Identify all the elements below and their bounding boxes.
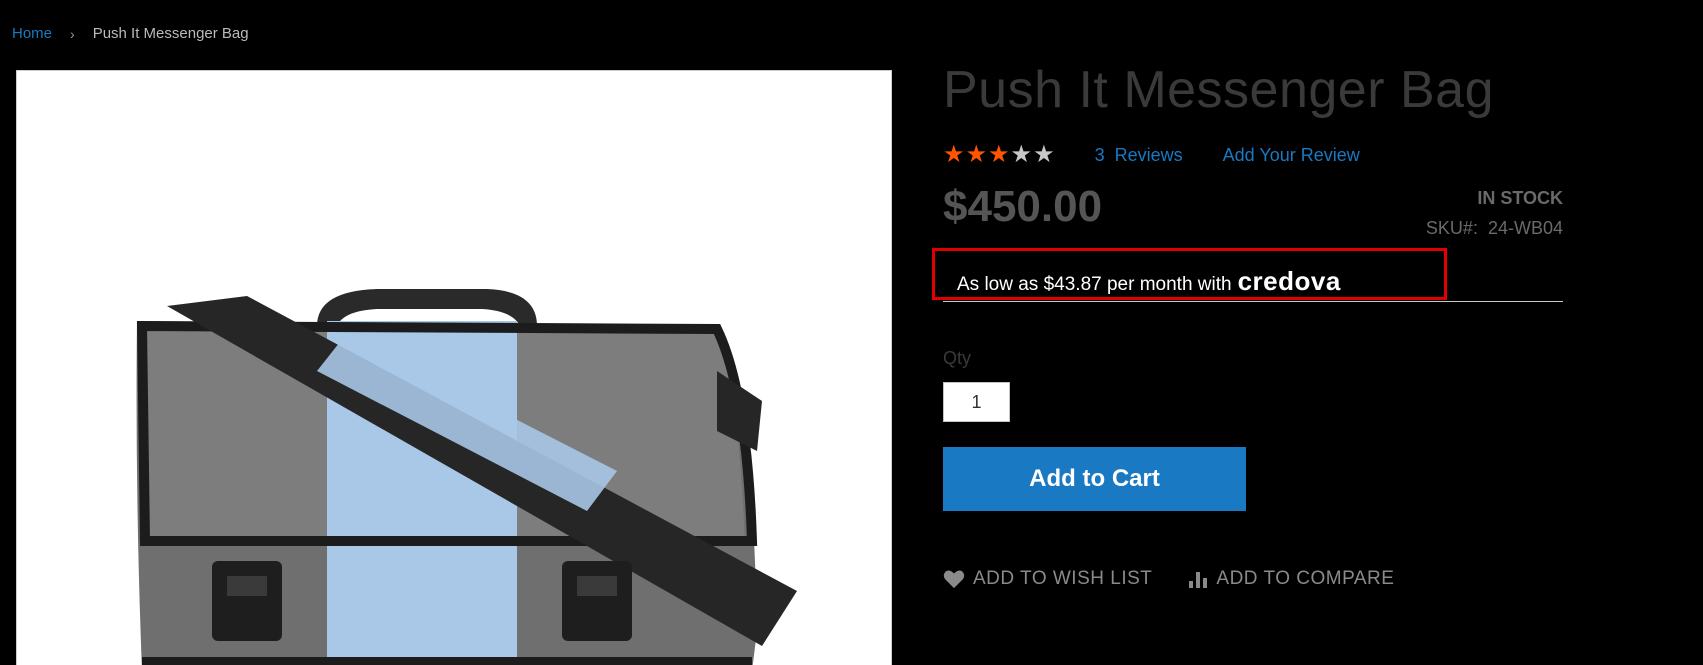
- product-image[interactable]: [16, 70, 892, 665]
- breadcrumb: Home › Push It Messenger Bag: [12, 25, 249, 42]
- wishlist-label: ADD TO WISH LIST: [973, 568, 1153, 589]
- financing-text: As low as $43.87 per month with: [957, 274, 1232, 295]
- breadcrumb-home-link[interactable]: Home: [12, 25, 52, 42]
- qty-input[interactable]: [943, 382, 1010, 422]
- add-to-cart-button[interactable]: Add to Cart: [943, 447, 1246, 511]
- chevron-right-icon: ›: [70, 25, 75, 42]
- credova-logo: credova: [1237, 266, 1341, 296]
- rating-stars: ★ ★ ★ ★ ★: [943, 143, 1055, 167]
- qty-label: Qty: [943, 348, 972, 368]
- heart-icon: [943, 570, 965, 589]
- reviews-label: Reviews: [1114, 144, 1183, 165]
- star-empty-icon: ★: [1033, 141, 1055, 168]
- star-half-icon: ★: [1010, 141, 1033, 168]
- star-filled-icon: ★: [943, 141, 965, 168]
- star-filled-icon: ★: [988, 141, 1010, 168]
- bar-chart-icon: [1189, 572, 1208, 588]
- product-title: Push It Messenger Bag: [943, 61, 1495, 119]
- product-rating: ★ ★ ★ ★ ★ 3 Reviews Add Your Review: [943, 143, 1360, 167]
- add-to-compare-link[interactable]: ADD TO COMPARE: [1188, 568, 1394, 590]
- product-sku: SKU#: 24-WB04: [1426, 218, 1563, 239]
- messenger-bag-illustration: [136, 289, 797, 665]
- reviews-count: 3: [1094, 144, 1105, 165]
- star-filled-icon: ★: [965, 141, 988, 168]
- divider: [943, 301, 1563, 302]
- add-review-link[interactable]: Add Your Review: [1223, 145, 1360, 166]
- compare-label: ADD TO COMPARE: [1216, 568, 1395, 589]
- financing-offer[interactable]: As low as $43.87 per month with credova: [957, 266, 1341, 297]
- stock-status: IN STOCK: [1477, 188, 1563, 208]
- reviews-link[interactable]: 3 Reviews: [1095, 145, 1183, 166]
- sku-label: SKU#:: [1425, 218, 1478, 238]
- add-to-wishlist-link[interactable]: ADD TO WISH LIST: [943, 568, 1152, 590]
- sku-value: 24-WB04: [1487, 218, 1563, 238]
- product-actions: ADD TO WISH LIST ADD TO COMPARE: [943, 568, 1394, 590]
- product-price: $450.00: [943, 182, 1103, 231]
- breadcrumb-current: Push It Messenger Bag: [92, 25, 249, 42]
